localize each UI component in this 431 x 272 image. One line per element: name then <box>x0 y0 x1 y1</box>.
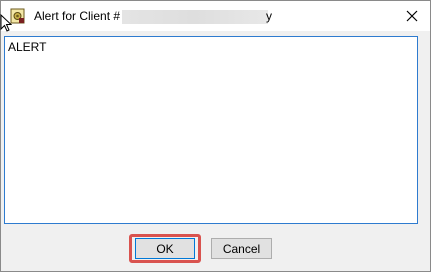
close-button[interactable] <box>394 1 430 31</box>
title-bar[interactable]: Alert for Client # y <box>1 1 430 31</box>
alert-dialog: Alert for Client # y ALERT OK Cancel <box>0 0 431 272</box>
window-title: Alert for Client # <box>34 9 121 23</box>
window-title-suffix: y <box>266 9 272 23</box>
alert-message-text: ALERT <box>8 40 47 54</box>
alert-message-textbox[interactable]: ALERT <box>4 36 418 224</box>
redacted-client-name <box>122 10 268 24</box>
close-icon <box>406 10 418 22</box>
ok-button[interactable]: OK <box>135 238 195 259</box>
cancel-button[interactable]: Cancel <box>211 238 272 259</box>
mouse-cursor-icon <box>0 14 12 32</box>
gear-document-icon <box>10 8 26 24</box>
